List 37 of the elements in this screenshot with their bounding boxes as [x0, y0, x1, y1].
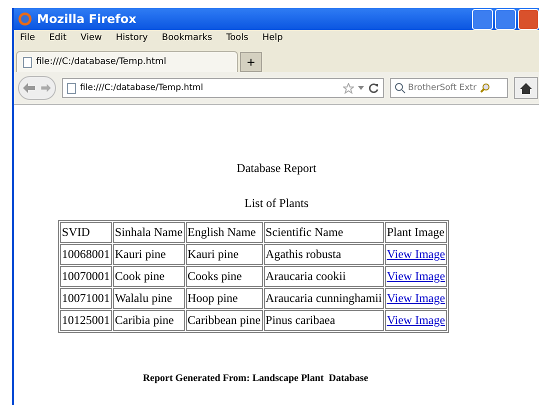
- table-cell: Hoop pine: [186, 288, 263, 309]
- browser-tab[interactable]: file:///C:/database/Temp.html: [16, 51, 238, 72]
- table-cell: Kauri pine: [112, 244, 185, 265]
- menu-item[interactable]: File: [20, 33, 36, 43]
- table-cell: Agathis robusta: [264, 244, 384, 265]
- column-header: Scientific Name: [264, 222, 384, 243]
- table-cell: 10071001: [60, 288, 112, 309]
- menu-item[interactable]: Tools: [226, 33, 248, 43]
- table-cell: Pinus caribaea: [264, 310, 384, 331]
- table-cell: Cook pine: [112, 266, 185, 287]
- table-cell: Caribbean pine: [186, 310, 263, 331]
- report-footer: Report Generated From: Landscape Plant Database: [142, 373, 368, 384]
- table-cell: Caribia pine: [112, 310, 185, 331]
- table-cell: 10070001: [60, 266, 112, 287]
- table-cell: Araucaria cunninghamii: [264, 288, 384, 309]
- menu-item[interactable]: Bookmarks: [162, 33, 212, 43]
- menu-item[interactable]: History: [116, 33, 148, 43]
- column-header: Sinhala Name: [112, 222, 185, 243]
- menu-item[interactable]: View: [80, 33, 102, 43]
- table-cell: Kauri pine: [186, 244, 263, 265]
- report-subheading: List of Plants: [244, 196, 308, 211]
- table-cell: Walalu pine: [112, 288, 185, 309]
- table-cell: 10125001: [60, 310, 112, 331]
- address-bar[interactable]: file:///C:/database/Temp.html: [62, 78, 384, 98]
- new-tab-button[interactable]: +: [240, 52, 262, 72]
- window-title: Mozilla Firefox: [37, 12, 136, 26]
- table-cell: Cooks pine: [186, 266, 263, 287]
- menu-item[interactable]: Edit: [49, 33, 66, 43]
- search-field[interactable]: BrotherSoft Extr: [408, 83, 478, 93]
- column-header: English Name: [186, 222, 263, 243]
- search-bar[interactable]: BrotherSoft Extr: [390, 78, 508, 98]
- table-cell: 10068001: [60, 244, 112, 265]
- column-header: Plant Image: [384, 222, 448, 243]
- menu-item[interactable]: Help: [262, 33, 283, 43]
- report-heading: Database Report: [236, 161, 316, 176]
- column-header: SVID: [60, 222, 112, 243]
- table-cell: Araucaria cookii: [264, 266, 384, 287]
